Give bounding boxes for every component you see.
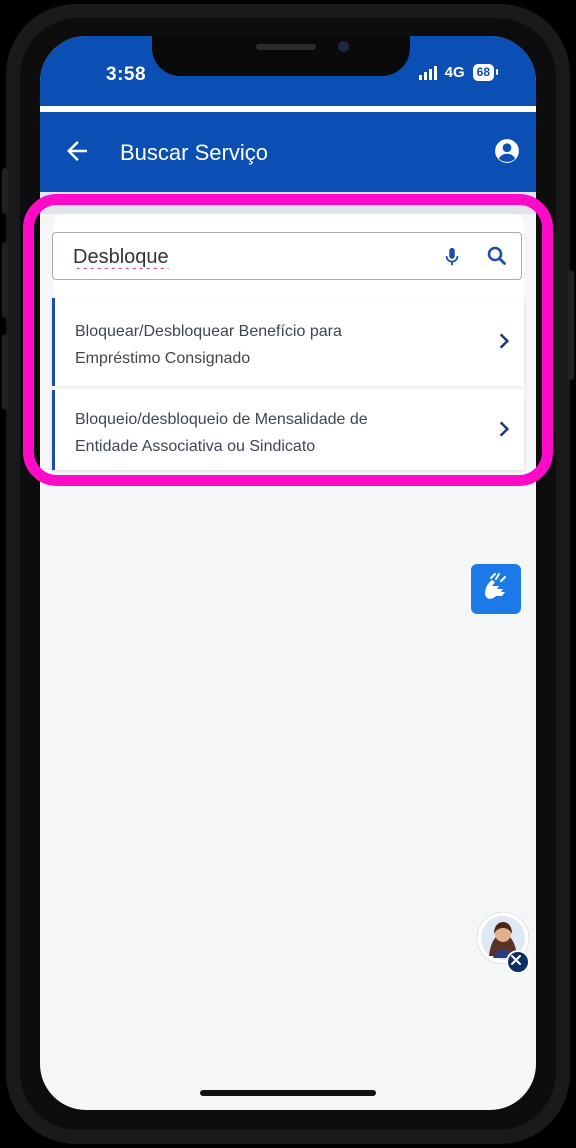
user-circle-icon (495, 139, 519, 163)
notch (152, 36, 410, 76)
status-indicators: 4G 68 (418, 64, 499, 81)
side-button (2, 168, 8, 214)
front-camera (338, 41, 349, 52)
signal-icon (418, 65, 437, 80)
home-indicator[interactable] (200, 1090, 376, 1096)
arrow-left-icon (67, 141, 87, 161)
side-button (2, 334, 8, 410)
page-title: Buscar Serviço (120, 140, 268, 165)
network-label: 4G (444, 64, 465, 81)
close-icon (511, 955, 521, 965)
back-button[interactable] (62, 136, 92, 166)
side-button (568, 270, 574, 380)
status-time: 3:58 (106, 64, 147, 85)
sign-language-icon (485, 573, 506, 599)
battery-icon: 68 (472, 64, 499, 81)
app-header: Buscar Serviço (40, 112, 536, 192)
assistant-close-button[interactable] (506, 950, 530, 974)
libras-button[interactable] (471, 564, 521, 614)
highlight-frame (23, 194, 553, 486)
speaker-grille (256, 44, 316, 50)
account-button[interactable] (494, 138, 520, 164)
side-button (2, 242, 8, 318)
